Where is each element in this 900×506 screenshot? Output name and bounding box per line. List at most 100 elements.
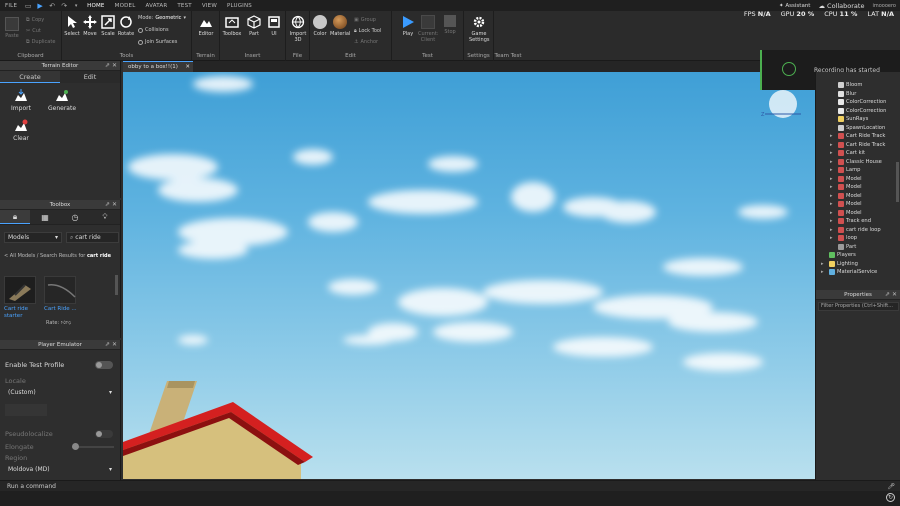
chevron-down-icon[interactable]: ▾ [72, 2, 80, 10]
command-bar[interactable]: Run a command 🎤︎ [0, 480, 900, 491]
tab-home[interactable]: HOME [82, 3, 110, 9]
explorer-row[interactable]: Part [816, 243, 900, 252]
explorer-row[interactable]: ▸ Classic House [816, 158, 900, 167]
pseudolocalize-toggle[interactable] [95, 430, 113, 438]
search-input[interactable]: ⌕ cart ride [66, 232, 119, 243]
tab-avatar[interactable]: AVATAR [140, 3, 172, 9]
cut-button[interactable]: ✂ Cut [26, 28, 41, 34]
creations-tab[interactable]: 💡︎ [90, 210, 120, 224]
current-client-button[interactable]: Current: Client [418, 15, 438, 43]
elongate-slider[interactable] [72, 443, 114, 450]
feedback-icon[interactable]: ↻ [886, 493, 895, 502]
expand-arrow-icon[interactable]: ▸ [830, 200, 833, 209]
scale-button[interactable]: Scale [98, 15, 118, 37]
expand-arrow-icon[interactable]: ▸ [821, 260, 824, 269]
expand-arrow-icon[interactable]: ▸ [830, 183, 833, 192]
color-button[interactable]: Color [310, 15, 330, 37]
explorer-row[interactable]: ▸ Model [816, 175, 900, 184]
join-surfaces-toggle[interactable]: Join Surfaces [138, 39, 177, 45]
close-icon[interactable]: ⇗ ✕ [105, 61, 117, 71]
collisions-toggle[interactable]: Collisions [138, 27, 169, 33]
generate-terrain-button[interactable]: Generate [46, 89, 78, 112]
toolbox-scrollbar[interactable] [115, 275, 118, 295]
play-button[interactable]: Play [398, 15, 418, 37]
explorer-row[interactable]: SunRays [816, 115, 900, 124]
explorer-row[interactable]: ▸ Model [816, 183, 900, 192]
expand-arrow-icon[interactable]: ▸ [830, 175, 833, 184]
close-icon[interactable]: ⇗ ✕ [105, 340, 117, 350]
tab-create[interactable]: Create [0, 71, 60, 83]
region-dropdown[interactable]: Moldova (MD) ▾ [5, 465, 115, 477]
select-button[interactable]: Select [62, 15, 82, 37]
expand-arrow-icon[interactable]: ▸ [830, 149, 833, 158]
explorer-row[interactable]: Bloom [816, 81, 900, 90]
close-icon[interactable]: ⇗ ✕ [885, 290, 897, 300]
stop-button[interactable]: Stop [440, 15, 460, 35]
user-name[interactable]: imoooero [872, 3, 896, 9]
explorer-row[interactable]: ▸ loop [816, 234, 900, 243]
explorer-row[interactable]: ▸ Track end [816, 217, 900, 226]
thumbs-down-icon[interactable]: 👎︎ [66, 320, 71, 326]
expand-arrow-icon[interactable]: ▸ [830, 209, 833, 218]
collaborate-button[interactable]: ☁ Collaborate [818, 2, 864, 10]
expand-arrow-icon[interactable]: ▸ [830, 141, 833, 150]
explorer-row[interactable]: ▸ Lamp [816, 166, 900, 175]
file-menu[interactable]: FILE [0, 3, 22, 9]
category-dropdown[interactable]: Models ▾ [4, 232, 62, 243]
move-button[interactable]: Move [80, 15, 100, 37]
expand-arrow-icon[interactable]: ▸ [830, 234, 833, 243]
anchor-button[interactable]: ⚓︎ Anchor [354, 39, 378, 45]
3d-viewport[interactable]: Z [123, 72, 815, 479]
undo-icon[interactable]: ↶ [48, 2, 56, 10]
paste-button[interactable]: Paste [2, 17, 22, 39]
redo-icon[interactable]: ↷ [60, 2, 68, 10]
expand-arrow-icon[interactable]: ▸ [821, 268, 824, 277]
enable-test-profile-toggle[interactable] [95, 361, 113, 369]
clear-terrain-button[interactable]: Clear [5, 119, 37, 142]
tab-test[interactable]: TEST [172, 3, 197, 9]
toolbox-item[interactable]: Cart Ride ... [44, 276, 80, 313]
explorer-row[interactable]: ▸ Cart Ride Track [816, 141, 900, 150]
explorer-row[interactable]: ColorCorrection [816, 98, 900, 107]
toolbox-item[interactable]: Cart ride starter [4, 276, 40, 320]
expand-arrow-icon[interactable]: ▸ [830, 226, 833, 235]
lock-tool-button[interactable]: 🔒︎ Lock Tool [354, 28, 381, 34]
explorer-row[interactable]: ▸ Model [816, 192, 900, 201]
tab-plugins[interactable]: PLUGINS [222, 3, 257, 9]
locale-dropdown[interactable]: (Custom) ▾ [5, 388, 115, 400]
expand-arrow-icon[interactable]: ▸ [830, 192, 833, 201]
toolbox-button[interactable]: Toolbox [222, 15, 242, 37]
explorer-row[interactable]: Blur [816, 90, 900, 99]
rotate-button[interactable]: Rotate [116, 15, 136, 37]
explorer-row[interactable]: ▸ Lighting [816, 260, 900, 269]
recent-tab[interactable]: ◷ [60, 210, 90, 224]
close-icon[interactable]: ⇗ ✕ [105, 200, 117, 210]
import-terrain-button[interactable]: Import [5, 89, 37, 112]
explorer-row[interactable]: Players [816, 251, 900, 260]
explorer-row[interactable]: ▸ cart ride loop [816, 226, 900, 235]
tab-view[interactable]: VIEW [197, 3, 222, 9]
view-cube[interactable]: Z [761, 90, 801, 118]
play-quick-icon[interactable]: ▶ [36, 2, 44, 10]
rate-widget[interactable]: Rate: 👍︎👎︎ [46, 320, 71, 326]
assistant-button[interactable]: ✦ Assistant [779, 3, 810, 9]
mode-dropdown[interactable]: Mode: Geometric ▾ [138, 15, 186, 21]
terrain-editor-button[interactable]: Editor [196, 15, 216, 37]
group-button[interactable]: ▣ Group [354, 17, 376, 23]
breadcrumb[interactable]: < All Models / Search Results for cart r… [4, 253, 111, 259]
duplicate-button[interactable]: ⧉ Duplicate [26, 39, 55, 45]
explorer-row[interactable]: ▸ Model [816, 209, 900, 218]
explorer-row[interactable]: ▸ Model [816, 200, 900, 209]
copy-button[interactable]: ⧉ Copy [26, 17, 44, 23]
tab-edit[interactable]: Edit [60, 71, 120, 83]
explorer-row[interactable]: ▸ Cart kit [816, 149, 900, 158]
explorer-scrollbar[interactable] [896, 162, 899, 202]
save-icon[interactable]: ▭ [24, 2, 32, 10]
tab-model[interactable]: MODEL [110, 3, 141, 9]
expand-arrow-icon[interactable]: ▸ [830, 217, 833, 226]
import3d-button[interactable]: Import 3D [288, 15, 308, 43]
explorer-row[interactable]: ▸ Cart Ride Track [816, 132, 900, 141]
properties-filter-input[interactable]: Filter Properties (Ctrl+Shift... [818, 302, 899, 311]
document-tab[interactable]: obby to a box!!(1) ✕ [123, 61, 193, 72]
expand-arrow-icon[interactable]: ▸ [830, 158, 833, 167]
